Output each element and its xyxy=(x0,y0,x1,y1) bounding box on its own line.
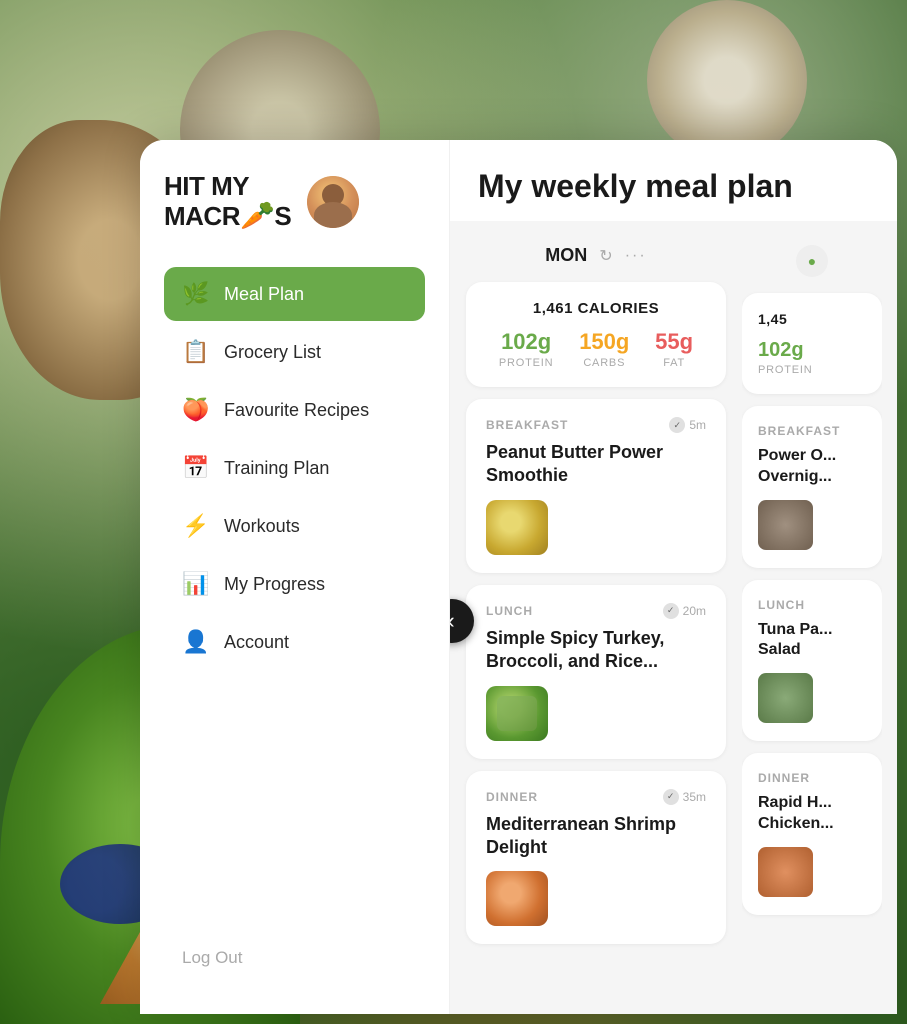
sidebar-item-account[interactable]: 👤 Account xyxy=(164,615,425,669)
tue-dinner-label: DINNER xyxy=(758,771,810,785)
sidebar-label-grocery-list: Grocery List xyxy=(224,342,321,363)
monday-dinner-card[interactable]: DINNER ✓ 35m Mediterranean Shrimp Deligh… xyxy=(466,771,726,945)
breakfast-label: BREAKFAST xyxy=(486,418,568,432)
main-content-area: ‹ My weekly meal plan MON ↻ ··· 1,461 CA… xyxy=(450,140,897,1014)
tue-lunch-label: LUNCH xyxy=(758,598,805,612)
training-plan-icon: 📅 xyxy=(182,455,210,481)
sidebar-label-training-plan: Training Plan xyxy=(224,458,329,479)
tue-dinner-thumb xyxy=(758,847,813,897)
tuesday-dinner-card[interactable]: DINNER Rapid H... Chicken... xyxy=(742,753,882,915)
sidebar-label-favourite-recipes: Favourite Recipes xyxy=(224,400,369,421)
logo-icon-carrot: 🥕 xyxy=(240,200,274,231)
sidebar: HIT MY MACR🥕S 🌿 Meal Plan 📋 xyxy=(140,140,450,1014)
dinner-time: ✓ 35m xyxy=(663,789,706,805)
dinner-thumbnail xyxy=(486,871,548,926)
tue-lunch-name: Tuna Pa... Salad xyxy=(758,620,866,662)
protein-value: 102g xyxy=(499,329,554,355)
monday-lunch-card[interactable]: LUNCH ✓ 20m Simple Spicy Turkey, Broccol… xyxy=(466,585,726,759)
tue-breakfast-label: BREAKFAST xyxy=(758,424,840,438)
logo-line1: HIT MY xyxy=(164,172,291,201)
sidebar-label-meal-plan: Meal Plan xyxy=(224,284,304,305)
logout-button[interactable]: Log Out xyxy=(164,934,425,982)
tuesday-column: ● 1,45 102g PROTEIN BREAKFAST xyxy=(742,237,882,956)
sync-icon[interactable]: ↻ xyxy=(599,246,612,266)
breakfast-name: Peanut Butter Power Smoothie xyxy=(486,441,706,488)
workouts-icon: ⚡ xyxy=(182,513,210,539)
tuesday-header: ● xyxy=(742,237,882,293)
protein-label: PROTEIN xyxy=(499,357,554,369)
dinner-label: DINNER xyxy=(486,790,538,804)
fat-macro: 55g FAT xyxy=(655,329,693,369)
tue-lunch-thumb xyxy=(758,673,813,723)
logo-area: HIT MY MACR🥕S xyxy=(164,172,425,231)
tue-calories: 1,45 xyxy=(758,311,866,327)
tue-protein: 102g PROTEIN xyxy=(758,339,866,376)
sidebar-item-my-progress[interactable]: 📊 My Progress xyxy=(164,557,425,611)
more-options-icon[interactable]: ··· xyxy=(625,247,647,265)
sidebar-label-my-progress: My Progress xyxy=(224,574,325,595)
tuesday-breakfast-card[interactable]: BREAKFAST Power O... Overnig... xyxy=(742,406,882,568)
tuesday-label: ● xyxy=(808,253,816,269)
tue-breakfast-name: Power O... Overnig... xyxy=(758,446,866,488)
my-progress-icon: 📊 xyxy=(182,571,210,597)
clock-icon: ✓ xyxy=(669,417,685,433)
sidebar-item-grocery-list[interactable]: 📋 Grocery List xyxy=(164,325,425,379)
monday-breakfast-card[interactable]: BREAKFAST ✓ 5m Peanut Butter Power Smoot… xyxy=(466,399,726,573)
clock-icon-dinner: ✓ xyxy=(663,789,679,805)
protein-macro: 102g PROTEIN xyxy=(499,329,554,369)
tuesday-dot: ● xyxy=(796,245,828,277)
page-header: My weekly meal plan xyxy=(450,140,897,221)
dinner-type-row: DINNER ✓ 35m xyxy=(486,789,706,805)
day-columns-wrapper: MON ↻ ··· 1,461 CALORIES 102g PROTEIN 15… xyxy=(450,221,897,956)
tue-breakfast-thumb xyxy=(758,500,813,550)
sidebar-item-meal-plan[interactable]: 🌿 Meal Plan xyxy=(164,267,425,321)
account-icon: 👤 xyxy=(182,629,210,655)
fat-value: 55g xyxy=(655,329,693,355)
clock-icon-lunch: ✓ xyxy=(663,603,679,619)
breakfast-type-row: BREAKFAST ✓ 5m xyxy=(486,417,706,433)
page-title: My weekly meal plan xyxy=(478,168,869,205)
monday-label: MON xyxy=(545,245,587,266)
sidebar-label-workouts: Workouts xyxy=(224,516,300,537)
breakfast-thumbnail xyxy=(486,500,548,555)
monday-column: MON ↻ ··· 1,461 CALORIES 102g PROTEIN 15… xyxy=(466,237,726,956)
dinner-name: Mediterranean Shrimp Delight xyxy=(486,813,706,860)
fat-label: FAT xyxy=(655,357,693,369)
lunch-label: LUNCH xyxy=(486,604,533,618)
tuesday-lunch-card[interactable]: LUNCH Tuna Pa... Salad xyxy=(742,580,882,742)
monday-header: MON ↻ ··· xyxy=(466,237,726,282)
main-panel: HIT MY MACR🥕S 🌿 Meal Plan 📋 xyxy=(140,140,897,1014)
lunch-name: Simple Spicy Turkey, Broccoli, and Rice.… xyxy=(486,627,706,674)
carbs-macro: 150g CARBS xyxy=(579,329,629,369)
carbs-value: 150g xyxy=(579,329,629,355)
app-logo: HIT MY MACR🥕S xyxy=(164,172,291,231)
user-avatar[interactable] xyxy=(307,176,359,228)
lunch-time: ✓ 20m xyxy=(663,603,706,619)
meal-plan-icon: 🌿 xyxy=(182,281,210,307)
lunch-thumbnail xyxy=(486,686,548,741)
carbs-label: CARBS xyxy=(579,357,629,369)
sidebar-item-favourite-recipes[interactable]: 🍑 Favourite Recipes xyxy=(164,383,425,437)
tue-dinner-name: Rapid H... Chicken... xyxy=(758,793,866,835)
grocery-list-icon: 📋 xyxy=(182,339,210,365)
sidebar-nav: 🌿 Meal Plan 📋 Grocery List 🍑 Favourite R… xyxy=(164,267,425,673)
bg-plate2-decoration xyxy=(647,0,807,160)
sidebar-label-account: Account xyxy=(224,632,289,653)
sidebar-item-workouts[interactable]: ⚡ Workouts xyxy=(164,499,425,553)
back-arrow-icon: ‹ xyxy=(450,608,455,634)
sidebar-item-training-plan[interactable]: 📅 Training Plan xyxy=(164,441,425,495)
tuesday-macro-card: 1,45 102g PROTEIN xyxy=(742,293,882,394)
favourite-recipes-icon: 🍑 xyxy=(182,397,210,423)
monday-macro-card: 1,461 CALORIES 102g PROTEIN 150g CARBS 5… xyxy=(466,282,726,387)
logo-line2: MACR🥕S xyxy=(164,201,291,232)
macros-row: 102g PROTEIN 150g CARBS 55g FAT xyxy=(486,329,706,369)
breakfast-time: ✓ 5m xyxy=(669,417,706,433)
lunch-type-row: LUNCH ✓ 20m xyxy=(486,603,706,619)
calories-display: 1,461 CALORIES xyxy=(486,300,706,317)
